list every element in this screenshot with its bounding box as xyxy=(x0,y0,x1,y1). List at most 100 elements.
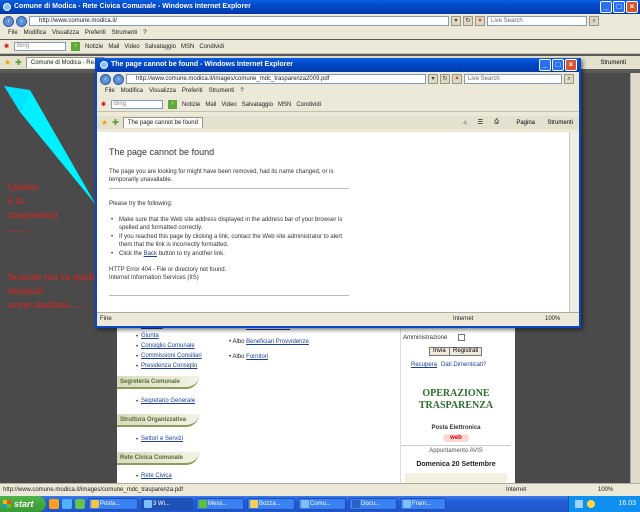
task-messenger[interactable]: Mess... xyxy=(196,498,244,510)
maximize-button[interactable]: □ xyxy=(613,1,625,13)
close-button[interactable]: × xyxy=(626,1,638,13)
feeds-icon[interactable]: ☰ xyxy=(478,119,483,126)
bg-search-input[interactable]: Live Search xyxy=(487,16,587,26)
quicklaunch-icon[interactable] xyxy=(75,499,85,509)
posta-label[interactable]: Posta Elettronica xyxy=(401,425,511,431)
error-title: The page cannot be found xyxy=(109,147,215,157)
search-icon[interactable]: ⌕ xyxy=(564,74,574,84)
close-button[interactable]: × xyxy=(565,59,577,71)
menu-file[interactable]: File xyxy=(105,86,115,97)
operazione-title: OPERAZIONE xyxy=(422,388,490,399)
task-comune[interactable]: Comu... xyxy=(298,498,346,510)
trasparenza-title: TRASPARENZA xyxy=(418,400,494,411)
link-recupera[interactable]: Recupera xyxy=(411,362,437,368)
fg-status-text: Fine xyxy=(100,316,112,322)
menu-help[interactable]: ? xyxy=(143,28,146,39)
fg-links-bar: ✱ Bing › Notizie Mail Video Salvataggio … xyxy=(97,98,579,112)
link-video[interactable]: Video xyxy=(221,102,236,108)
fg-search-input[interactable]: Live Search xyxy=(464,74,562,84)
task-documento[interactable]: Docu... xyxy=(349,498,397,510)
link-fornitori[interactable]: Fornitori xyxy=(246,354,268,360)
link-mail[interactable]: Mail xyxy=(205,102,216,108)
menu-modifica[interactable]: Modifica xyxy=(121,86,143,97)
home-icon[interactable]: ⌂ xyxy=(463,120,467,126)
favorites-star-icon[interactable]: ★ xyxy=(101,118,108,127)
network-icon[interactable] xyxy=(575,500,583,508)
fg-scrollbar[interactable] xyxy=(569,132,579,312)
forward-icon[interactable]: › xyxy=(113,73,124,85)
link-commissioni[interactable]: Commissioni Consiliari xyxy=(141,353,202,359)
start-button[interactable]: start xyxy=(0,496,46,512)
link-video[interactable]: Video xyxy=(124,44,139,50)
maximize-button[interactable]: □ xyxy=(552,59,564,71)
posta-web-logo[interactable]: web xyxy=(443,434,469,442)
link-rete-civica[interactable]: Rete Civica xyxy=(141,473,172,479)
tools-menu[interactable]: Strumenti xyxy=(547,120,573,126)
menu-help[interactable]: ? xyxy=(240,86,243,97)
menu-preferiti[interactable]: Preferiti xyxy=(182,86,203,97)
link-segretario[interactable]: Segretario Generale xyxy=(141,398,195,404)
menu-strumenti[interactable]: Strumenti xyxy=(112,28,138,39)
menu-visualizza[interactable]: Visualizza xyxy=(149,86,176,97)
refresh-icon[interactable]: ↻ xyxy=(440,74,450,84)
add-favorites-icon[interactable]: ✚ xyxy=(112,118,119,127)
task-frame[interactable]: Fram... xyxy=(400,498,446,510)
link-beneficiari[interactable]: Beneficiari Provvidenze xyxy=(246,339,309,345)
task-bozza[interactable]: Bozza... xyxy=(247,498,295,510)
bg-tools-menu[interactable]: Strumenti xyxy=(600,60,626,66)
link-msn[interactable]: MSN xyxy=(181,44,194,50)
msn-icon[interactable]: ✱ xyxy=(101,101,106,108)
search-icon[interactable]: ⌕ xyxy=(589,16,599,26)
print-icon[interactable]: ⎙ xyxy=(494,119,499,126)
dropdown-icon[interactable]: ▾ xyxy=(428,74,438,84)
divider xyxy=(109,295,349,296)
go-icon[interactable]: › xyxy=(168,100,178,109)
quicklaunch-icon[interactable] xyxy=(62,499,72,509)
admin-label: Amministrazione xyxy=(403,335,448,341)
section-rete-civica: Rete Civica Comunale xyxy=(117,452,199,465)
refresh-icon[interactable]: ↻ xyxy=(463,16,473,26)
fg-status-zoom[interactable]: 100% xyxy=(545,313,560,326)
link-settori[interactable]: Settori e Servizi xyxy=(141,436,183,442)
bg-status-zone: Internet xyxy=(506,487,527,493)
fg-tab-error[interactable]: The page cannot be found xyxy=(122,117,203,128)
suggestion-1: Make sure that the Web site address disp… xyxy=(111,216,349,232)
stop-icon[interactable]: × xyxy=(452,74,462,84)
link-salvataggio[interactable]: Salvataggio xyxy=(242,102,273,108)
link-consiglio[interactable]: Consiglio Comunale xyxy=(141,343,195,349)
clock[interactable]: 16.03 xyxy=(618,500,636,507)
registrati-button[interactable]: Registrati xyxy=(449,347,483,356)
link-mail[interactable]: Mail xyxy=(108,44,119,50)
volume-icon[interactable] xyxy=(587,500,595,508)
fg-address-bar: ‹ › http://www.comune.modica.it/images/c… xyxy=(97,72,579,86)
section-struttura: Struttura Organizzativa xyxy=(117,414,199,427)
link-condividi[interactable]: Condividi xyxy=(296,102,321,108)
remember-checkbox[interactable] xyxy=(458,334,465,341)
link-condividi[interactable]: Condividi xyxy=(199,44,224,50)
dropdown-icon[interactable]: ▾ xyxy=(451,16,461,26)
invia-button[interactable]: Invia xyxy=(429,347,450,356)
back-icon[interactable]: ‹ xyxy=(100,73,111,85)
fg-bing-search-input[interactable]: Bing xyxy=(111,100,164,109)
link-notizie[interactable]: Notizie xyxy=(182,102,200,108)
quicklaunch-icon[interactable] xyxy=(49,499,59,509)
stop-icon[interactable]: × xyxy=(475,16,485,26)
bg-status-zoom[interactable]: 100% xyxy=(598,484,613,496)
link-giunta[interactable]: Giunta xyxy=(141,333,159,339)
fg-address-input[interactable]: http://www.comune.modica.it/images/comun… xyxy=(126,74,426,84)
link-dati-dimenticati[interactable]: Dati Dimenticati? xyxy=(441,362,486,368)
task-posta[interactable]: Posta... xyxy=(88,498,138,510)
albo-item: • Albo Beneficiari Provvidenze xyxy=(229,339,309,345)
page-menu[interactable]: Pagina xyxy=(516,120,535,126)
back-link[interactable]: Back xyxy=(144,251,157,257)
menu-strumenti[interactable]: Strumenti xyxy=(209,86,235,97)
link-msn[interactable]: MSN xyxy=(278,102,291,108)
link-salvataggio[interactable]: Salvataggio xyxy=(145,44,176,50)
link-presidenza[interactable]: Presidenza Consiglio xyxy=(141,363,197,369)
minimize-button[interactable]: _ xyxy=(600,1,612,13)
minimize-button[interactable]: _ xyxy=(539,59,551,71)
fg-status-zone: Internet xyxy=(453,316,474,322)
fg-title-bar[interactable]: The page cannot be found - Windows Inter… xyxy=(97,58,579,72)
bg-scrollbar[interactable] xyxy=(630,73,640,483)
task-ie[interactable]: 3 Wi... xyxy=(141,498,193,510)
